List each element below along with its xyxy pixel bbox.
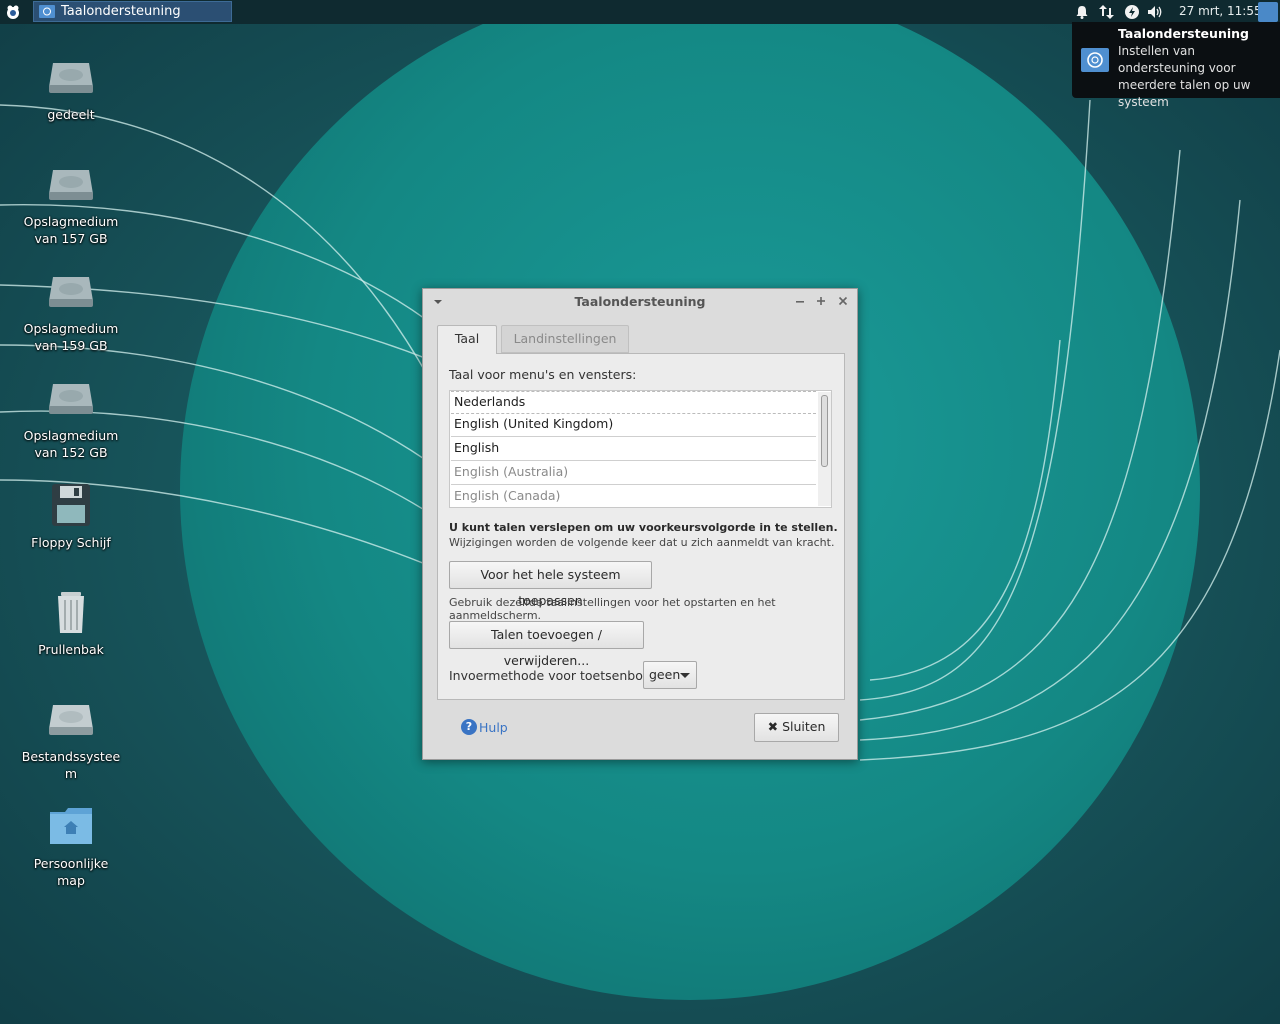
dialog-titlebar[interactable]: Taalondersteuning: [423, 289, 857, 315]
scrollbar-thumb[interactable]: [821, 395, 828, 467]
language-tray-icon[interactable]: [1258, 2, 1278, 22]
desktop-icon-label: gedeelt: [47, 107, 95, 122]
language-support-dialog: Taalondersteuning Taal Landinstellingen …: [422, 288, 858, 760]
chevron-down-icon: [680, 673, 690, 678]
desktop-icon-label: Bestandssysteem: [21, 749, 121, 781]
language-list-label: Taal voor menu's en vensters:: [449, 367, 637, 382]
language-row[interactable]: Nederlands: [451, 391, 816, 414]
network-transfer-icon[interactable]: [1098, 4, 1116, 20]
apply-system-wide-button[interactable]: Voor het hele systeem toepassen: [449, 561, 652, 608]
drive-icon: [49, 63, 93, 93]
input-method-value: geen: [649, 667, 681, 682]
power-icon[interactable]: [1124, 4, 1140, 20]
desktop-icon-gedeelt[interactable]: gedeelt: [11, 55, 131, 123]
relogin-hint-text: Wijzigingen worden de volgende keer dat …: [449, 536, 835, 549]
desktop-icon-label: Opslagmedium van 152 GB: [23, 428, 119, 460]
close-x-icon: ✖: [767, 719, 779, 734]
desktop-icon-label: Persoonlijke map: [33, 856, 109, 888]
clock[interactable]: 27 mrt, 11:55: [1179, 4, 1262, 18]
minimize-icon[interactable]: [793, 294, 807, 308]
tab-landinstellingen[interactable]: Landinstellingen: [501, 325, 629, 353]
language-row[interactable]: English: [451, 438, 816, 461]
language-row[interactable]: English (Australia): [451, 462, 816, 485]
maximize-icon[interactable]: [814, 294, 828, 308]
desktop-icon-label: Opslagmedium van 157 GB: [23, 214, 119, 246]
floppy-icon: [52, 484, 90, 526]
taskbar-window-button[interactable]: Taalondersteuning: [33, 1, 232, 22]
help-icon: ?: [461, 719, 477, 735]
input-method-label: Invoermethode voor toetsenbord:: [449, 668, 660, 683]
desktop-icon-opslagmedium-159[interactable]: Opslagmedium van 159 GB: [11, 269, 131, 354]
language-list[interactable]: Nederlands English (United Kingdom) Engl…: [449, 390, 832, 508]
drive-icon: [49, 277, 93, 307]
add-remove-languages-button[interactable]: Talen toevoegen / verwijderen...: [449, 621, 644, 668]
language-flag-icon: [39, 5, 55, 18]
top-panel: Taalondersteuning 27 mrt, 11:55: [0, 0, 1280, 24]
desktop-icon-opslagmedium-157[interactable]: Opslagmedium van 157 GB: [11, 162, 131, 247]
language-list-scrollbar[interactable]: [818, 392, 831, 506]
help-button[interactable]: ? Hulp: [461, 719, 508, 735]
notification-title: Taalondersteuning: [1118, 26, 1249, 41]
bell-icon[interactable]: [1074, 4, 1090, 20]
dialog-title: Taalondersteuning: [574, 294, 706, 309]
tab-panel-taal: Taal voor menu's en vensters: Nederlands…: [437, 353, 845, 700]
desktop-icon-label: Prullenbak: [38, 642, 104, 657]
desktop-icon-label: Floppy Schijf: [31, 535, 111, 550]
close-button-label: Sluiten: [782, 719, 826, 734]
desktop-icon-opslagmedium-152[interactable]: Opslagmedium van 152 GB: [11, 376, 131, 461]
language-row[interactable]: English (United Kingdom): [451, 414, 816, 437]
help-label: Hulp: [479, 719, 508, 735]
close-button[interactable]: ✖ Sluiten: [754, 713, 839, 742]
drive-icon: [49, 705, 93, 735]
desktop-icon-persoonlijke-map[interactable]: Persoonlijke map: [11, 804, 131, 889]
trash-icon: [58, 592, 84, 633]
language-row[interactable]: English (Canada): [451, 486, 816, 507]
whisker-menu-icon[interactable]: [4, 3, 22, 21]
input-method-select[interactable]: geen: [643, 661, 697, 689]
tab-taal[interactable]: Taal: [437, 325, 497, 354]
drive-icon: [49, 170, 93, 200]
desktop-icon-trash[interactable]: Prullenbak: [11, 590, 131, 658]
drive-icon: [49, 384, 93, 414]
language-flag-icon: [1081, 48, 1109, 72]
volume-icon[interactable]: [1146, 4, 1164, 20]
desktop-icon-label: Opslagmedium van 159 GB: [23, 321, 119, 353]
home-folder-icon: [50, 808, 92, 844]
notification-body: Instellen van ondersteuning voor meerder…: [1118, 44, 1251, 109]
desktop-icon-floppy[interactable]: Floppy Schijf: [11, 483, 131, 551]
close-icon[interactable]: [836, 294, 850, 308]
desktop-icon-bestandssysteem[interactable]: Bestandssysteem: [11, 697, 131, 782]
notification-popup[interactable]: Taalondersteuning Instellen van onderste…: [1072, 22, 1280, 109]
taskbar-window-title: Taalondersteuning: [61, 4, 181, 19]
apply-info-text: Gebruik dezelfde taalinstellingen voor h…: [449, 596, 776, 622]
drag-hint-text: U kunt talen verslepen om uw voorkeursvo…: [449, 521, 838, 534]
